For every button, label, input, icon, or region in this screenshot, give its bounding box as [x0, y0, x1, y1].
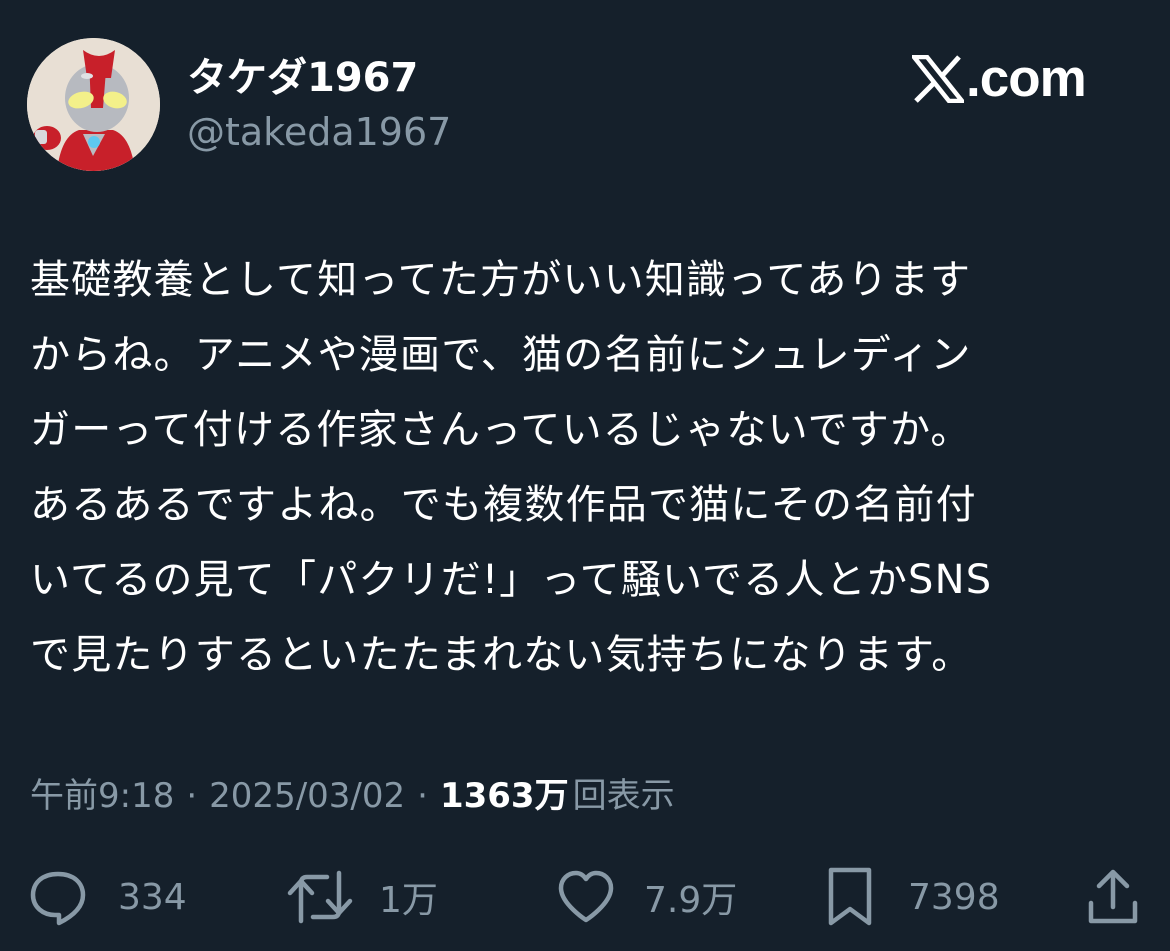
ultraman-figure-avatar: [27, 38, 160, 171]
repost-icon: [287, 870, 353, 924]
post-time[interactable]: 午前9:18: [30, 772, 174, 820]
reply-button[interactable]: 334: [28, 862, 187, 932]
meta-separator: ·: [417, 776, 428, 816]
post-text: 基礎教養として知ってた方がいい知識ってあります からね。アニメや漫画で、猫の名前…: [30, 243, 1150, 693]
x-com-brand: .com: [912, 48, 1087, 110]
post-text-line: ガーって付ける作家さんっているじゃないですか。: [30, 407, 972, 453]
author-display-name[interactable]: タケダ1967: [187, 50, 418, 106]
brand-text: .com: [966, 49, 1087, 108]
heart-icon: [558, 870, 614, 923]
x-logo-icon: [912, 55, 964, 103]
like-button[interactable]: 7.9万: [556, 862, 737, 932]
views-count[interactable]: 1363万: [440, 772, 569, 820]
reply-count: 334: [118, 876, 187, 918]
post-text-line: で見たりするといたたまれない気持ちになります。: [30, 632, 973, 678]
like-count: 7.9万: [644, 880, 738, 921]
post-header: タケダ1967 @takeda1967 .com: [0, 0, 1170, 200]
share-icon: [1088, 869, 1138, 924]
post-text-line: あるあるですよね。でも複数作品で猫にその名前付: [30, 482, 977, 528]
views-label: 回表示: [572, 776, 675, 816]
repost-count: 1万: [379, 880, 438, 921]
post-date[interactable]: 2025/03/02: [209, 772, 405, 820]
share-button[interactable]: [1086, 862, 1140, 932]
bookmark-count: 7398: [908, 876, 1000, 918]
bookmark-button[interactable]: 7398: [826, 862, 1000, 932]
post-text-line: からね。アニメや漫画で、猫の名前にシュレディン: [30, 332, 972, 378]
post-text-line: いてるの見て「パクリだ!」って騒いでる人とかSNS: [30, 557, 993, 603]
reply-bubble-icon: [30, 871, 86, 926]
author-handle[interactable]: @takeda1967: [187, 107, 451, 157]
action-bar: 334 1万 7.9万 7398: [0, 862, 1170, 932]
post-meta: 午前9:18 · 2025/03/02 · 1363万 回表示: [30, 772, 675, 820]
repost-button[interactable]: 1万: [287, 862, 438, 932]
meta-separator: ·: [186, 776, 198, 816]
bookmark-icon: [828, 867, 872, 926]
avatar[interactable]: [27, 38, 160, 171]
post-text-line: 基礎教養として知ってた方がいい知識ってあります: [30, 257, 972, 303]
